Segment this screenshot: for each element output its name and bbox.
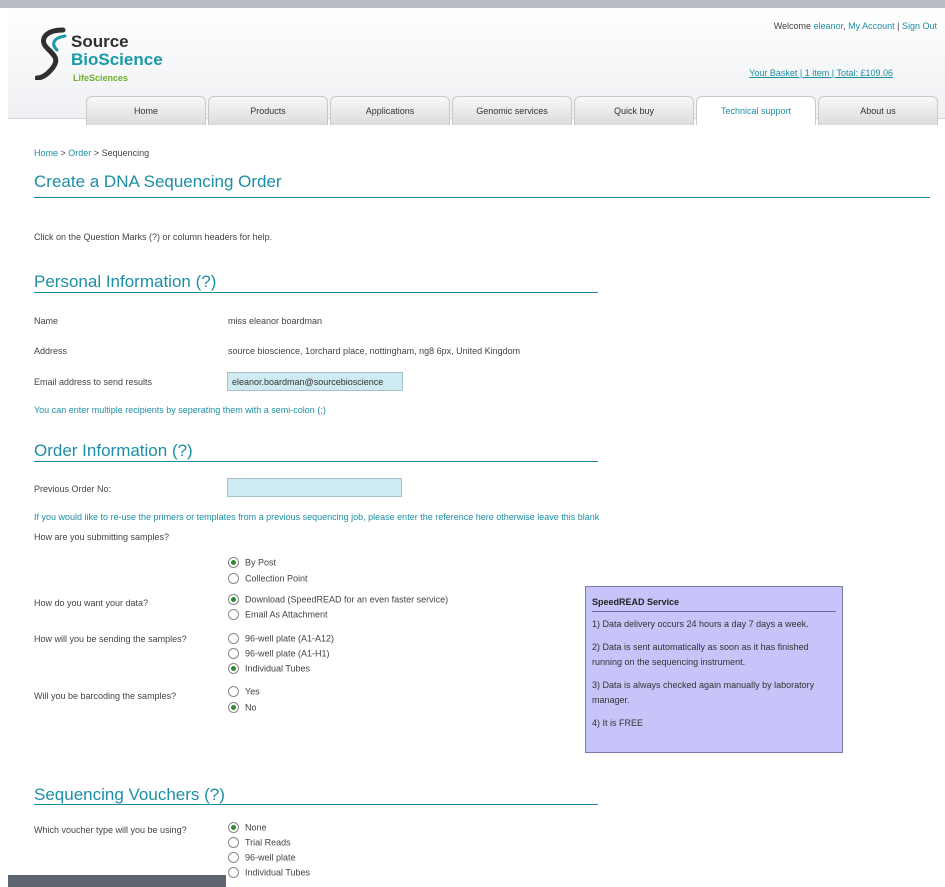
radio-voucher-none[interactable] [228, 822, 239, 834]
email-field[interactable] [227, 372, 403, 391]
email-label: Email address to send results [34, 377, 153, 387]
tab-quick-buy[interactable]: Quick buy [574, 96, 694, 125]
logo-text-bioscience: BioScience [71, 50, 163, 69]
barcode-option-no[interactable]: No [228, 702, 257, 714]
logo-swirl-icon [35, 27, 67, 80]
barcode-option-label: Yes [245, 686, 260, 697]
radio-barcode-no[interactable] [228, 702, 239, 714]
logo-text-lifesciences: LifeSciences [73, 73, 129, 83]
data-delivery-label: How do you want your data? [34, 598, 149, 608]
personal-info-heading[interactable]: Personal Information (?) [34, 272, 216, 292]
site-logo[interactable]: Source BioScience LifeSciences [35, 20, 185, 92]
speedread-item: 2) Data is sent automatically as soon as… [592, 642, 809, 667]
sending-method-label: How will you be sending the samples? [34, 634, 187, 644]
submit-option-by-post[interactable]: By Post [228, 557, 276, 569]
voucher-option-label: Trial Reads [245, 837, 291, 848]
help-text: Click on the Question Marks (?) or colum… [34, 232, 273, 242]
data-option-label: Download (SpeedREAD for an even faster s… [245, 594, 449, 605]
tab-home[interactable]: Home [86, 96, 206, 125]
site-header: Source BioScience LifeSciences Welcome e… [8, 8, 945, 125]
sending-option-96-a1-h1[interactable]: 96-well plate (A1-H1) [228, 648, 330, 660]
data-option-download[interactable]: Download (SpeedREAD for an even faster s… [228, 594, 448, 606]
radio-96-well-a1-a12[interactable] [228, 633, 239, 645]
sign-out-link[interactable]: Sign Out [902, 21, 937, 31]
page-title: Create a DNA Sequencing Order [34, 172, 282, 191]
submit-method-label: How are you submitting samples? [34, 532, 170, 542]
voucher-option-label: 96-well plate [245, 852, 296, 863]
order-info-divider [34, 461, 598, 462]
data-option-email[interactable]: Email As Attachment [228, 609, 328, 621]
breadcrumb-home-link[interactable]: Home [34, 148, 58, 158]
previous-order-note: If you would like to re-use the primers … [34, 512, 600, 522]
submit-option-label: Collection Point [245, 573, 308, 584]
order-info-heading[interactable]: Order Information (?) [34, 441, 193, 461]
username-link[interactable]: eleanor [814, 21, 844, 31]
radio-by-post[interactable] [228, 557, 239, 569]
welcome-separator: | [894, 21, 902, 31]
barcoding-label: Will you be barcoding the samples? [34, 691, 177, 701]
radio-collection-point[interactable] [228, 573, 239, 585]
radio-download[interactable] [228, 594, 239, 606]
email-note: You can enter multiple recipients by sep… [34, 405, 326, 415]
voucher-option-trial-reads[interactable]: Trial Reads [228, 837, 291, 849]
title-divider [34, 197, 930, 198]
radio-96-well-a1-h1[interactable] [228, 648, 239, 660]
radio-voucher-trial-reads[interactable] [228, 837, 239, 849]
vouchers-heading[interactable]: Sequencing Vouchers (?) [34, 785, 225, 805]
breadcrumb-order-link[interactable]: Order [68, 148, 91, 158]
personal-info-divider [34, 292, 598, 293]
my-account-link[interactable]: My Account [848, 21, 895, 31]
speedread-item: 1) Data delivery occurs 24 hours a day 7… [592, 619, 809, 629]
speedread-item: 3) Data is always checked again manually… [592, 680, 815, 705]
submit-option-label: By Post [245, 557, 277, 568]
radio-email-attachment[interactable] [228, 609, 239, 621]
speedread-item: 4) It is FREE [592, 718, 644, 728]
sending-option-individual-tubes[interactable]: Individual Tubes [228, 663, 310, 675]
previous-order-field[interactable] [227, 478, 402, 497]
tab-about-us[interactable]: About us [818, 96, 938, 125]
radio-individual-tubes[interactable] [228, 663, 239, 675]
tab-genomic-services[interactable]: Genomic services [452, 96, 572, 125]
logo-text-source: Source [71, 32, 129, 51]
tab-technical-support[interactable]: Technical support [696, 96, 816, 125]
basket-summary-link[interactable]: Your Basket | 1 item | Total: £109.06 [749, 68, 893, 78]
speedread-info-box: SpeedREAD Service 1) Data delivery occur… [585, 586, 843, 753]
radio-barcode-yes[interactable] [228, 686, 239, 698]
voucher-option-label: Individual Tubes [245, 867, 311, 878]
voucher-type-label: Which voucher type will you be using? [34, 825, 187, 835]
window-top-bar [0, 0, 945, 8]
voucher-option-96-well-plate[interactable]: 96-well plate [228, 852, 296, 864]
data-option-label: Email As Attachment [245, 609, 328, 620]
voucher-option-label: None [245, 822, 267, 833]
name-value: miss eleanor boardman [228, 316, 323, 326]
radio-voucher-individual-tubes[interactable] [228, 867, 239, 879]
barcode-option-label: No [245, 702, 257, 713]
barcode-option-yes[interactable]: Yes [228, 686, 260, 698]
breadcrumb-current: Sequencing [101, 148, 150, 158]
breadcrumb: Home > Order > Sequencing [34, 148, 149, 158]
sending-option-label: 96-well plate (A1-H1) [245, 648, 330, 659]
name-label: Name [34, 316, 59, 326]
submit-option-collection-point[interactable]: Collection Point [228, 573, 308, 585]
voucher-option-none[interactable]: None [228, 822, 267, 834]
previous-order-label: Previous Order No: [34, 484, 112, 494]
tab-applications[interactable]: Applications [330, 96, 450, 125]
welcome-prefix: Welcome [773, 21, 814, 31]
tab-products[interactable]: Products [208, 96, 328, 125]
voucher-option-individual-tubes[interactable]: Individual Tubes [228, 867, 310, 879]
radio-voucher-96-well-plate[interactable] [228, 852, 239, 864]
address-value: source bioscience, 1orchard place, notti… [228, 346, 521, 356]
welcome-bar: Welcome eleanor, My Account | Sign Out [774, 21, 937, 31]
speedread-title: SpeedREAD Service [592, 597, 836, 612]
breadcrumb-separator: > [91, 148, 102, 158]
sending-option-96-a1-a12[interactable]: 96-well plate (A1-A12) [228, 633, 334, 645]
sending-option-label: 96-well plate (A1-A12) [245, 633, 335, 644]
sending-option-label: Individual Tubes [245, 663, 311, 674]
vouchers-divider [34, 804, 598, 805]
address-label: Address [34, 346, 68, 356]
bottom-panel-bar [8, 875, 226, 887]
breadcrumb-separator: > [58, 148, 69, 158]
